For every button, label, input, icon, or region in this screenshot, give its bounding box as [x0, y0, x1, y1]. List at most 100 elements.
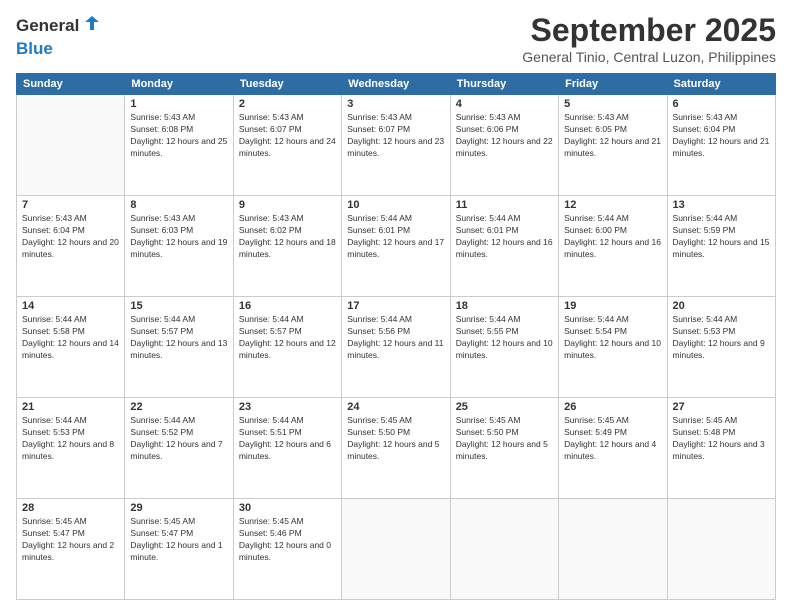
day-info: Sunrise: 5:44 AMSunset: 6:00 PMDaylight:… [564, 213, 661, 261]
logo-general-text: General [16, 16, 79, 36]
day-number: 28 [22, 502, 119, 514]
day-number: 14 [22, 300, 119, 312]
day-number: 25 [456, 401, 553, 413]
calendar-day-cell: 14Sunrise: 5:44 AMSunset: 5:58 PMDayligh… [17, 297, 125, 398]
calendar-day-cell: 4 Sunrise: 5:43 AMSunset: 6:06 PMDaylight… [450, 95, 558, 196]
day-info: Sunrise: 5:44 AMSunset: 5:56 PMDaylight:… [347, 314, 444, 362]
day-number: 4 [456, 98, 553, 110]
day-number: 5 [564, 98, 661, 110]
day-number: 16 [239, 300, 336, 312]
day-info: Sunrise: 5:45 AMSunset: 5:47 PMDaylight:… [130, 516, 227, 564]
day-number: 26 [564, 401, 661, 413]
day-info: Sunrise: 5:43 AMSunset: 6:06 PMDaylight:… [456, 112, 553, 160]
calendar-day-cell: 8 Sunrise: 5:43 AMSunset: 6:03 PMDaylight… [125, 196, 233, 297]
weekday-header-cell: Saturday [667, 74, 775, 95]
calendar-day-cell [559, 499, 667, 600]
month-title: September 2025 [522, 12, 776, 49]
location-subtitle: General Tinio, Central Luzon, Philippine… [522, 49, 776, 65]
calendar-day-cell: 17 Sunrise: 5:44 AMSunset: 5:56 PMDayligh… [342, 297, 450, 398]
day-info: Sunrise: 5:44 AMSunset: 5:57 PMDaylight:… [239, 314, 336, 362]
calendar-day-cell: 23 Sunrise: 5:44 AMSunset: 5:51 PMDayligh… [233, 398, 341, 499]
calendar-day-cell: 28 Sunrise: 5:45 AMSunset: 5:47 PMDayligh… [17, 499, 125, 600]
calendar-day-cell: 24 Sunrise: 5:45 AMSunset: 5:50 PMDayligh… [342, 398, 450, 499]
day-number: 11 [456, 199, 553, 211]
day-info: Sunrise: 5:43 AMSunset: 6:04 PMDaylight:… [673, 112, 770, 160]
calendar-day-cell: 21 Sunrise: 5:44 AMSunset: 5:53 PMDayligh… [17, 398, 125, 499]
calendar-day-cell: 22 Sunrise: 5:44 AMSunset: 5:52 PMDayligh… [125, 398, 233, 499]
day-number: 29 [130, 502, 227, 514]
day-number: 15 [130, 300, 227, 312]
day-number: 2 [239, 98, 336, 110]
calendar-day-cell: 1Sunrise: 5:43 AMSunset: 6:08 PMDaylight… [125, 95, 233, 196]
calendar-day-cell: 27 Sunrise: 5:45 AMSunset: 5:48 PMDayligh… [667, 398, 775, 499]
day-info: Sunrise: 5:43 AMSunset: 6:04 PMDaylight:… [22, 213, 119, 261]
day-number: 23 [239, 401, 336, 413]
calendar-day-cell: 16 Sunrise: 5:44 AMSunset: 5:57 PMDayligh… [233, 297, 341, 398]
day-info: Sunrise: 5:45 AMSunset: 5:47 PMDaylight:… [22, 516, 119, 564]
day-info: Sunrise: 5:44 AMSunset: 5:51 PMDaylight:… [239, 415, 336, 463]
calendar-day-cell: 5 Sunrise: 5:43 AMSunset: 6:05 PMDaylight… [559, 95, 667, 196]
day-number: 13 [673, 199, 770, 211]
calendar-week-row: 21 Sunrise: 5:44 AMSunset: 5:53 PMDayligh… [17, 398, 776, 499]
calendar-day-cell: 25Sunrise: 5:45 AMSunset: 5:50 PMDayligh… [450, 398, 558, 499]
weekday-header-cell: Friday [559, 74, 667, 95]
calendar-day-cell: 11Sunrise: 5:44 AMSunset: 6:01 PMDayligh… [450, 196, 558, 297]
calendar-day-cell: 18 Sunrise: 5:44 AMSunset: 5:55 PMDayligh… [450, 297, 558, 398]
weekday-header-cell: Thursday [450, 74, 558, 95]
calendar-week-row: 28 Sunrise: 5:45 AMSunset: 5:47 PMDayligh… [17, 499, 776, 600]
calendar-day-cell: 9Sunrise: 5:43 AMSunset: 6:02 PMDaylight… [233, 196, 341, 297]
calendar-week-row: 14Sunrise: 5:44 AMSunset: 5:58 PMDayligh… [17, 297, 776, 398]
logo: General Blue [16, 12, 103, 59]
day-info: Sunrise: 5:45 AMSunset: 5:48 PMDaylight:… [673, 415, 770, 463]
day-number: 18 [456, 300, 553, 312]
day-info: Sunrise: 5:44 AMSunset: 5:54 PMDaylight:… [564, 314, 661, 362]
weekday-header-cell: Wednesday [342, 74, 450, 95]
weekday-header-cell: Tuesday [233, 74, 341, 95]
day-number: 22 [130, 401, 227, 413]
day-info: Sunrise: 5:44 AMSunset: 5:52 PMDaylight:… [130, 415, 227, 463]
logo-blue-text: Blue [16, 39, 53, 58]
day-number: 12 [564, 199, 661, 211]
day-number: 30 [239, 502, 336, 514]
day-number: 20 [673, 300, 770, 312]
day-number: 24 [347, 401, 444, 413]
day-number: 3 [347, 98, 444, 110]
day-number: 19 [564, 300, 661, 312]
page: General Blue September 2025 General Tini… [0, 0, 792, 612]
calendar-day-cell: 13 Sunrise: 5:44 AMSunset: 5:59 PMDayligh… [667, 196, 775, 297]
logo-bird-icon [81, 12, 103, 39]
day-info: Sunrise: 5:43 AMSunset: 6:07 PMDaylight:… [347, 112, 444, 160]
weekday-header-row: SundayMondayTuesdayWednesdayThursdayFrid… [17, 74, 776, 95]
calendar-table: SundayMondayTuesdayWednesdayThursdayFrid… [16, 73, 776, 600]
day-info: Sunrise: 5:43 AMSunset: 6:02 PMDaylight:… [239, 213, 336, 261]
calendar-body: 1Sunrise: 5:43 AMSunset: 6:08 PMDaylight… [17, 95, 776, 600]
day-info: Sunrise: 5:45 AMSunset: 5:46 PMDaylight:… [239, 516, 336, 564]
calendar-day-cell [17, 95, 125, 196]
day-info: Sunrise: 5:43 AMSunset: 6:03 PMDaylight:… [130, 213, 227, 261]
day-info: Sunrise: 5:44 AMSunset: 5:55 PMDaylight:… [456, 314, 553, 362]
title-block: September 2025 General Tinio, Central Lu… [522, 12, 776, 65]
day-info: Sunrise: 5:43 AMSunset: 6:08 PMDaylight:… [130, 112, 227, 160]
calendar-day-cell: 6 Sunrise: 5:43 AMSunset: 6:04 PMDaylight… [667, 95, 775, 196]
calendar-day-cell: 7 Sunrise: 5:43 AMSunset: 6:04 PMDaylight… [17, 196, 125, 297]
calendar-week-row: 7 Sunrise: 5:43 AMSunset: 6:04 PMDaylight… [17, 196, 776, 297]
day-number: 7 [22, 199, 119, 211]
day-number: 6 [673, 98, 770, 110]
calendar-day-cell: 3 Sunrise: 5:43 AMSunset: 6:07 PMDaylight… [342, 95, 450, 196]
day-number: 21 [22, 401, 119, 413]
day-number: 27 [673, 401, 770, 413]
day-number: 17 [347, 300, 444, 312]
calendar-day-cell: 2Sunrise: 5:43 AMSunset: 6:07 PMDaylight… [233, 95, 341, 196]
calendar-day-cell: 26Sunrise: 5:45 AMSunset: 5:49 PMDayligh… [559, 398, 667, 499]
calendar-day-cell: 19 Sunrise: 5:44 AMSunset: 5:54 PMDayligh… [559, 297, 667, 398]
day-info: Sunrise: 5:44 AMSunset: 5:57 PMDaylight:… [130, 314, 227, 362]
calendar-day-cell: 29 Sunrise: 5:45 AMSunset: 5:47 PMDayligh… [125, 499, 233, 600]
day-info: Sunrise: 5:44 AMSunset: 5:59 PMDaylight:… [673, 213, 770, 261]
calendar-day-cell [450, 499, 558, 600]
day-info: Sunrise: 5:44 AMSunset: 5:53 PMDaylight:… [22, 415, 119, 463]
calendar-day-cell: 20 Sunrise: 5:44 AMSunset: 5:53 PMDayligh… [667, 297, 775, 398]
day-number: 8 [130, 199, 227, 211]
day-info: Sunrise: 5:44 AMSunset: 5:53 PMDaylight:… [673, 314, 770, 362]
day-info: Sunrise: 5:43 AMSunset: 6:05 PMDaylight:… [564, 112, 661, 160]
day-info: Sunrise: 5:45 AMSunset: 5:50 PMDaylight:… [347, 415, 444, 463]
